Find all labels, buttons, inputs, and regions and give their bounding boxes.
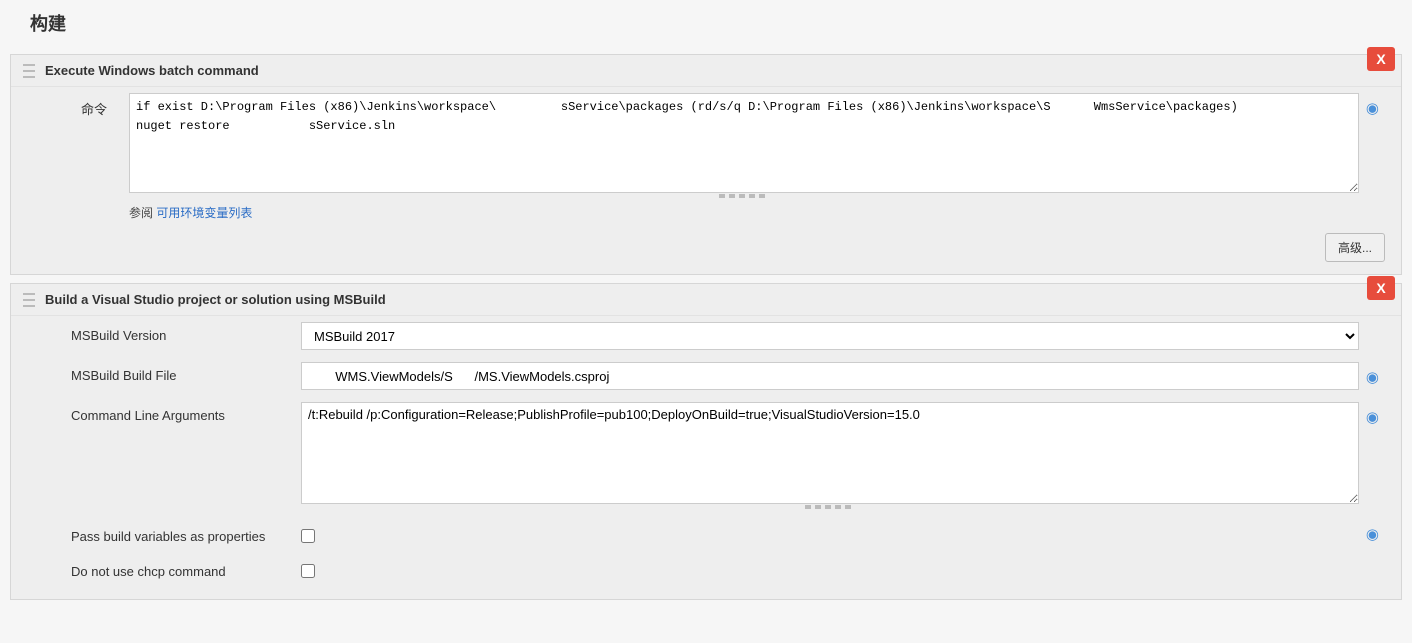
drag-handle-icon[interactable]	[23, 293, 35, 307]
env-vars-link[interactable]: 可用环境变量列表	[156, 206, 252, 220]
delete-batch-step-button[interactable]: X	[1367, 47, 1395, 71]
pass-vars-label: Pass build variables as properties	[71, 523, 301, 544]
msbuild-file-row: MSBuild Build File ◉	[11, 356, 1401, 396]
no-chcp-row: Do not use chcp command	[11, 552, 1401, 587]
no-chcp-checkbox[interactable]	[301, 564, 315, 578]
pass-vars-row: Pass build variables as properties ◉	[11, 517, 1401, 552]
msbuild-version-label: MSBuild Version	[71, 322, 301, 343]
msbuild-file-label: MSBuild Build File	[71, 362, 301, 383]
msbuild-args-row: Command Line Arguments ◉	[11, 396, 1401, 517]
help-icon[interactable]: ◉	[1366, 99, 1379, 117]
env-ref-note: 参阅 可用环境变量列表	[129, 200, 1359, 221]
drag-handle-icon[interactable]	[23, 64, 35, 78]
batch-command-row: 命令 参阅 可用环境变量列表 ◉	[11, 87, 1401, 227]
msbuild-header-label: Build a Visual Studio project or solutio…	[45, 292, 386, 307]
help-icon[interactable]: ◉	[1366, 408, 1379, 426]
batch-command-label: 命令	[81, 93, 129, 118]
section-title: 构建	[10, 0, 1402, 46]
msbuild-version-row: MSBuild Version MSBuild 2017	[11, 316, 1401, 356]
msbuild-panel: X Build a Visual Studio project or solut…	[10, 283, 1402, 600]
advanced-button[interactable]: 高级...	[1325, 233, 1385, 262]
batch-panel-header[interactable]: Execute Windows batch command	[11, 55, 1401, 87]
msbuild-panel-header[interactable]: Build a Visual Studio project or solutio…	[11, 284, 1401, 316]
delete-msbuild-step-button[interactable]: X	[1367, 276, 1395, 300]
msbuild-args-textarea[interactable]	[301, 402, 1359, 504]
batch-command-panel: X Execute Windows batch command 命令 参阅 可用…	[10, 54, 1402, 275]
msbuild-args-label: Command Line Arguments	[71, 402, 301, 423]
no-chcp-label: Do not use chcp command	[71, 558, 301, 579]
batch-command-textarea[interactable]	[129, 93, 1359, 193]
msbuild-version-select[interactable]: MSBuild 2017	[301, 322, 1359, 350]
help-icon[interactable]: ◉	[1366, 368, 1379, 386]
msbuild-file-input[interactable]	[301, 362, 1359, 390]
pass-vars-checkbox[interactable]	[301, 529, 315, 543]
batch-header-label: Execute Windows batch command	[45, 63, 259, 78]
help-icon[interactable]: ◉	[1366, 525, 1379, 543]
